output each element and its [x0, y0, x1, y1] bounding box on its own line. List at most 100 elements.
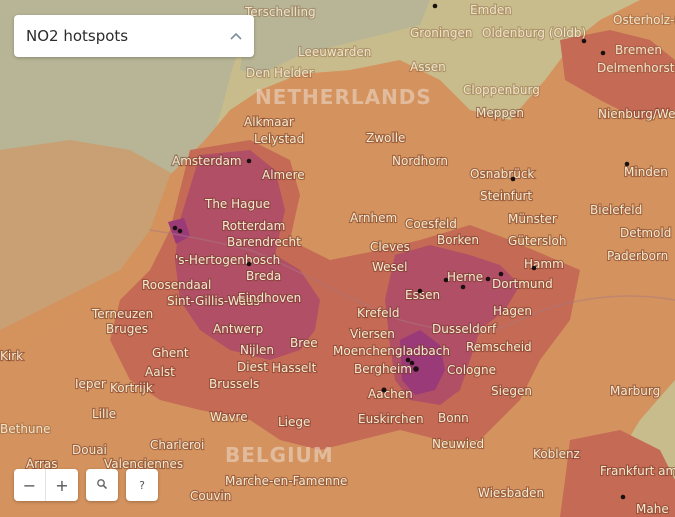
city-label: Osnabrück [470, 167, 534, 181]
layer-selector-value: NO2 hotspots [26, 27, 129, 45]
city-label: Bielefeld [590, 203, 642, 217]
city-label: Siegen [491, 384, 532, 398]
country-label-belgium: BELGIUM [225, 443, 334, 467]
city-label: Terneuzen [91, 307, 153, 321]
city-label: Barendrecht [227, 235, 301, 249]
city-label: Mahe [636, 502, 669, 516]
hotspot-marker[interactable] [413, 366, 419, 372]
city-label: Rotterdam [222, 219, 285, 233]
city-label: Bergheim [354, 362, 412, 376]
city-label: Borken [437, 233, 479, 247]
city-label: Groningen [410, 26, 472, 40]
city-label: Marburg [610, 384, 660, 398]
map-controls: − + ? [14, 469, 158, 501]
zoom-out-button[interactable]: − [14, 469, 46, 501]
city-label: Ghent [152, 346, 189, 360]
city-label: Cologne [447, 363, 496, 377]
city-label: Douai [72, 443, 107, 457]
city-label: Bremen [615, 43, 662, 57]
city-label: Terschelling [244, 5, 316, 19]
hotspot-marker[interactable] [409, 360, 415, 366]
chevron-up-icon [230, 29, 242, 43]
city-label: Nijlen [240, 343, 274, 357]
city-label: Liege [278, 415, 310, 429]
help-button[interactable]: ? [126, 469, 158, 501]
city-label: Assen [410, 60, 446, 74]
hotspot-marker[interactable] [405, 357, 411, 363]
country-label-netherlands: NETHERLANDS [255, 85, 432, 109]
hotspot-marker[interactable] [531, 265, 537, 271]
city-label: Hasselt [272, 361, 317, 375]
hotspot-marker[interactable] [485, 276, 491, 282]
city-label: Aalst [145, 365, 175, 379]
city-label: Marche-en-Famenne [225, 474, 347, 488]
city-label: Bree [290, 336, 318, 350]
hotspot-marker[interactable] [432, 3, 438, 9]
city-label: Breda [246, 269, 281, 283]
city-label: Steinfurt [480, 189, 532, 203]
city-label: Cleves [370, 240, 410, 254]
city-label: Oldenburg (Oldb) [482, 26, 586, 40]
hotspot-marker[interactable] [417, 288, 423, 294]
city-label: Neuwied [432, 437, 484, 451]
hotspot-marker[interactable] [624, 161, 630, 167]
hotspot-marker[interactable] [177, 228, 183, 234]
city-label: Remscheid [466, 340, 532, 354]
map-canvas[interactable]: NETHERLANDS BELGIUM Terschelling Emden G… [0, 0, 675, 517]
search-icon [96, 478, 108, 493]
city-label: Bethune [0, 422, 51, 436]
city-label: Gütersloh [508, 234, 566, 248]
city-label: Wiesbaden [478, 486, 544, 500]
city-label: Viersen [350, 327, 395, 341]
city-label: Delmenhorst [597, 61, 675, 75]
hotspot-marker[interactable] [443, 277, 449, 283]
layer-selector-dropdown[interactable]: NO2 hotspots [14, 15, 254, 57]
city-label: Antwerp [213, 322, 263, 336]
city-label: Almere [262, 168, 305, 182]
city-label: Meppen [476, 106, 524, 120]
city-label: Emden [470, 3, 512, 17]
city-label: Coesfeld [405, 217, 457, 231]
hotspot-marker[interactable] [460, 284, 466, 290]
city-label: Diest [237, 360, 268, 374]
hotspot-marker[interactable] [246, 158, 252, 164]
city-label: Kortrijk [110, 381, 153, 395]
city-label: Minden [624, 165, 668, 179]
city-label: Essen [405, 288, 440, 302]
zoom-in-button[interactable]: + [46, 469, 78, 501]
city-label: Brussels [209, 377, 259, 391]
hotspot-marker[interactable] [510, 176, 516, 182]
city-label: Amsterdam [172, 154, 242, 168]
city-label: Arnhem [350, 211, 397, 225]
zoom-controls: − + [14, 469, 78, 501]
city-label: Lelystad [254, 132, 304, 146]
hotspot-marker[interactable] [600, 50, 606, 56]
search-button[interactable] [86, 469, 118, 501]
hotspot-marker[interactable] [381, 387, 387, 393]
city-label: Lille [92, 407, 116, 421]
city-label: Dusseldorf [432, 322, 497, 336]
city-label: Alkmaar [244, 115, 294, 129]
city-label: Frankfurt am Main [600, 464, 675, 478]
city-label: Den Helder [246, 66, 314, 80]
city-label: Nordhorn [392, 154, 448, 168]
city-label: Herne [447, 270, 483, 284]
city-label: Wesel [372, 260, 408, 274]
city-label: The Hague [204, 197, 270, 211]
city-label: Cloppenburg [463, 83, 540, 97]
city-label: Kirk [0, 349, 23, 363]
hotspot-marker[interactable] [498, 271, 504, 277]
hotspot-marker[interactable] [620, 494, 626, 500]
city-label: Euskirchen [358, 412, 424, 426]
city-label: Aachen [368, 387, 413, 401]
city-label: Eindhoven [238, 291, 301, 305]
city-label: Koblenz [533, 447, 580, 461]
city-label: Roosendaal [142, 278, 211, 292]
city-label: Ieper [75, 377, 106, 391]
hotspot-marker[interactable] [172, 225, 178, 231]
hotspot-marker[interactable] [246, 261, 252, 267]
hotspot-marker[interactable] [581, 38, 587, 44]
city-label: Couvin [190, 489, 231, 503]
city-label: Bruges [106, 322, 148, 336]
city-label: Zwolle [366, 131, 405, 145]
